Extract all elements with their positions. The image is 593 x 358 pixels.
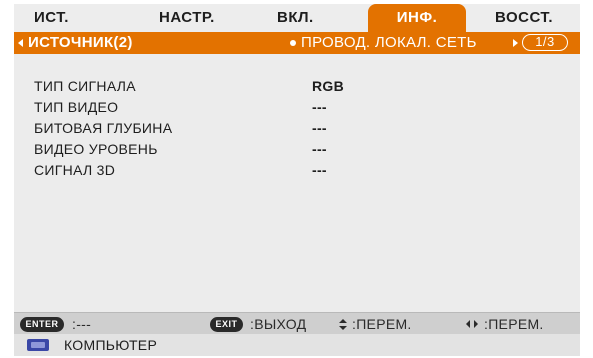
info-label: ВИДЕО УРОВЕНЬ [34, 141, 158, 157]
info-label: СИГНАЛ 3D [34, 162, 116, 178]
info-value: RGB [312, 78, 345, 94]
current-source-bar: КОМПЬЮТЕР [14, 334, 580, 356]
projector-menu: ИСТ. НАСТР. ВКЛ. ИНФ. ВОССТ. ИСТОЧНИК(2)… [14, 4, 580, 356]
exit-key-icon: EXIT [210, 317, 243, 332]
leftright-action-label: :ПЕРЕМ. [484, 316, 544, 332]
info-row-signal-type: ТИП СИГНАЛА RGB [14, 76, 580, 96]
info-row-3d-signal: СИГНАЛ 3D --- [14, 160, 580, 180]
tab-on[interactable]: ВКЛ. [277, 4, 314, 32]
submenu-header: ИСТОЧНИК(2) ПРОВОД. ЛОКАЛ. СЕТЬ 1/3 [14, 32, 580, 54]
info-row-video-level: ВИДЕО УРОВЕНЬ --- [14, 139, 580, 159]
arrow-left-icon[interactable] [18, 39, 23, 47]
computer-icon [27, 339, 49, 351]
key-guide: ENTER :--- EXIT :ВЫХОД :ПЕРЕМ. :ПЕРЕМ. [14, 312, 580, 334]
submenu-title: ИСТОЧНИК(2) [28, 34, 133, 51]
page-indicator: 1/3 [522, 34, 568, 51]
menu-tabs: ИСТ. НАСТР. ВКЛ. ИНФ. ВОССТ. [14, 4, 580, 32]
info-value: --- [312, 141, 327, 157]
tab-reset[interactable]: ВОССТ. [495, 4, 553, 32]
info-value: --- [312, 120, 327, 136]
info-label: ТИП ВИДЕО [34, 99, 119, 115]
bullet-icon [290, 40, 296, 46]
tab-source[interactable]: ИСТ. [34, 4, 69, 32]
info-value: --- [312, 162, 327, 178]
tab-info[interactable]: ИНФ. [368, 4, 466, 32]
arrow-right-icon[interactable] [513, 39, 518, 47]
next-submenu-label[interactable]: ПРОВОД. ЛОКАЛ. СЕТЬ [301, 32, 477, 54]
leftright-arrows-icon [466, 320, 478, 328]
updown-action-label: :ПЕРЕМ. [352, 316, 412, 332]
info-row-video-type: ТИП ВИДЕО --- [14, 97, 580, 117]
current-source-label: КОМПЬЮТЕР [64, 337, 158, 353]
enter-key-icon: ENTER [20, 317, 64, 332]
info-list: ТИП СИГНАЛА RGB ТИП ВИДЕО --- БИТОВАЯ ГЛ… [14, 54, 580, 312]
info-label: ТИП СИГНАЛА [34, 78, 136, 94]
info-label: БИТОВАЯ ГЛУБИНА [34, 120, 173, 136]
enter-action-label: :--- [72, 316, 92, 332]
info-value: --- [312, 99, 327, 115]
updown-arrows-icon [339, 319, 347, 330]
exit-action-label: :ВЫХОД [250, 316, 307, 332]
info-row-bit-depth: БИТОВАЯ ГЛУБИНА --- [14, 118, 580, 138]
tab-setup[interactable]: НАСТР. [159, 4, 215, 32]
